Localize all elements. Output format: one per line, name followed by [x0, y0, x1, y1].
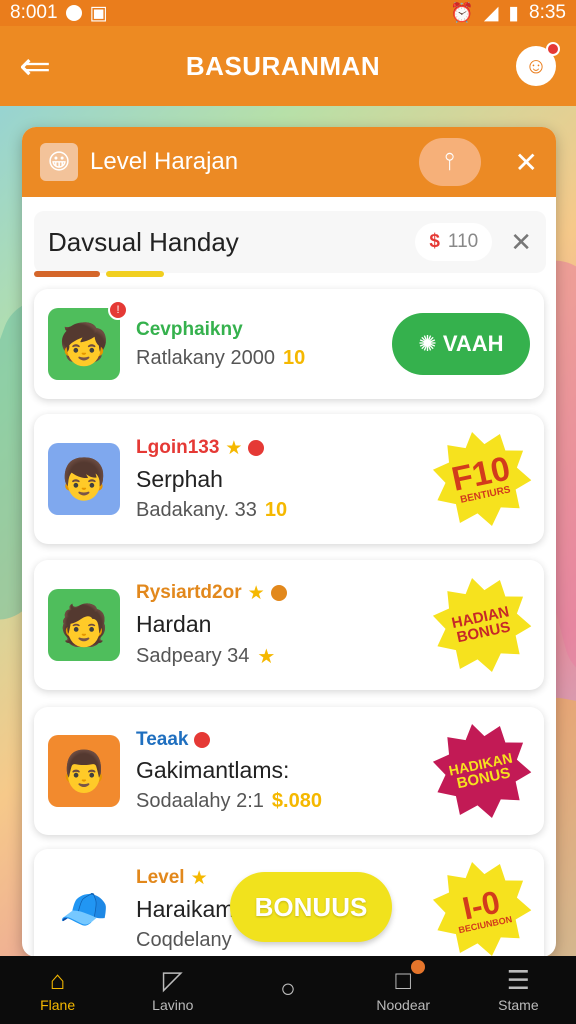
nav-label: Lavino: [152, 997, 194, 1013]
item-tag: Lgoin133 ★: [136, 437, 434, 460]
smile-icon: ☺: [524, 53, 548, 78]
nav-chat[interactable]: ◸ Lavino: [115, 956, 230, 1024]
game-logo-icon: 😀: [40, 143, 78, 181]
item-name: Gakimantlams:: [136, 757, 290, 783]
bonus-button[interactable]: BONUUS: [230, 872, 392, 942]
level-modal: 😀 Level Harajan ⫯ ✕ Davsual Handay $ 110…: [22, 127, 556, 957]
menu-icon: ☰: [506, 965, 531, 995]
star-icon: ★: [190, 867, 208, 889]
filter-button[interactable]: ⫯: [418, 138, 481, 186]
tab-indicator-2: [106, 271, 164, 277]
claim-button[interactable]: ✺ VAAH: [392, 313, 530, 375]
bottom-nav: ⌂ Flane ◸ Lavino ○ □ Noodear ☰ Stame: [0, 956, 576, 1024]
status-time-right: 8:35: [529, 2, 566, 23]
square-icon: □: [395, 965, 412, 995]
chat-icon: ◸: [162, 965, 183, 995]
item-tag: Cevphaikny: [136, 318, 243, 340]
avatar: 🧒!: [48, 300, 128, 380]
alert-badge-icon: !: [108, 300, 128, 320]
back-arrow-icon[interactable]: ⇐: [0, 26, 70, 106]
avatar: 🧢: [48, 873, 120, 945]
notification-dot-icon: [65, 5, 82, 21]
sub-header: Davsual Handay $ 110 ✕: [34, 211, 546, 273]
nav-badge: [410, 960, 425, 974]
alarm-icon: ⏰: [450, 3, 474, 24]
item-tag: Rysiartd2or ★: [136, 582, 434, 605]
avatar: 👦: [48, 443, 120, 515]
status-bar: 8:001 ▣ ⏰ ◢ ▮ 8:35: [0, 0, 576, 26]
list-item[interactable]: 👨 Teaak Gakimantlams: Sodaalahy 2:1 $.080…: [34, 707, 544, 835]
item-meta: Sodaalahy 2:1 $.080: [136, 790, 322, 812]
nav-label: Stame: [498, 997, 539, 1013]
nav-notifications[interactable]: □ Noodear: [346, 956, 461, 1024]
star-icon: ★: [257, 645, 276, 668]
item-tag: Teaak: [136, 729, 434, 751]
bonus-badge[interactable]: F10 BENTIURS: [425, 422, 539, 536]
modal-title: Level Harajan: [90, 148, 239, 175]
filter-icon: ⫯: [444, 148, 455, 175]
sub-title: Davsual Handay: [48, 226, 239, 257]
profile-avatar[interactable]: ☺: [516, 42, 560, 86]
nav-label: Flane: [40, 997, 76, 1013]
red-dot-icon: [194, 732, 211, 748]
red-dot-icon: [248, 440, 265, 456]
list-item[interactable]: 👦 Lgoin133 ★ Serphah Badakany. 33 10 F10 BE…: [34, 414, 544, 544]
notification-badge: [546, 42, 560, 56]
item-name: Serphah: [136, 465, 223, 492]
item-meta: Badakany. 33 10: [136, 498, 288, 521]
avatar: 🧑: [48, 589, 120, 661]
bonus-badge[interactable]: HADIAN BONUS: [425, 568, 539, 682]
item-meta: Ratlakany 2000 10: [136, 346, 306, 369]
list-item[interactable]: 🧒! Cevphaikny Ratlakany 2000 10 ✺ VAAH: [34, 289, 544, 399]
modal-header: 😀 Level Harajan ⫯ ✕: [22, 127, 556, 197]
nav-center[interactable]: ○: [230, 956, 345, 1024]
balance-value: 110: [447, 231, 479, 252]
status-time-left: 8:001: [10, 2, 58, 23]
nav-home[interactable]: ⌂ Flane: [0, 956, 115, 1024]
bonus-badge[interactable]: I-0 BECIUNBON: [425, 852, 539, 957]
coin-amount: $.080: [271, 790, 322, 812]
currency-icon: $: [429, 231, 440, 252]
item-name: Hardan: [136, 610, 212, 637]
circle-icon: ○: [280, 973, 296, 1003]
dismiss-icon[interactable]: ✕: [510, 227, 532, 258]
coin-amount: 10: [282, 346, 306, 369]
signal-icon: ◢: [483, 2, 499, 24]
page-title: BASURANMAN: [185, 50, 381, 81]
item-meta: Sadpeary 34 ★: [136, 644, 276, 668]
coin-amount: 10: [264, 498, 288, 521]
balance-pill[interactable]: $ 110: [415, 223, 493, 261]
star-icon: ★: [225, 437, 243, 459]
list-item[interactable]: 🧑 Rysiartd2or ★ Hardan Sadpeary 34 ★ HADIA…: [34, 560, 544, 690]
close-icon[interactable]: ✕: [515, 146, 538, 179]
app-bar: ⇐ BASURANMAN ☺: [0, 26, 576, 106]
tab-indicator-1: [34, 271, 100, 277]
nav-menu[interactable]: ☰ Stame: [461, 956, 576, 1024]
nav-label: Noodear: [376, 997, 431, 1013]
bonus-badge[interactable]: HADIKAN BONUS: [425, 714, 539, 828]
red-dot-icon: [270, 585, 287, 601]
star-icon: ★: [247, 582, 265, 604]
home-icon: ⌂: [49, 965, 66, 995]
avatar: 👨: [48, 735, 120, 807]
image-icon: ▣: [89, 2, 108, 24]
sun-icon: ✺: [418, 331, 437, 356]
battery-icon: ▮: [508, 2, 520, 24]
